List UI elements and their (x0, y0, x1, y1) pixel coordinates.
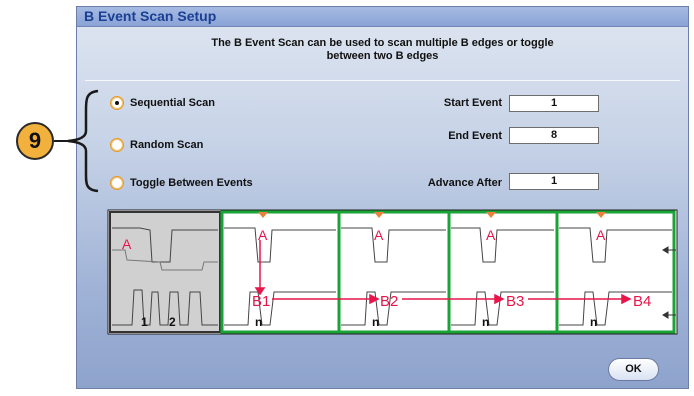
segment-label-a-1: A (258, 227, 268, 243)
overlay-graphics: A 1 2 A A A A B1 B2 B3 B4 n n n n (54, 89, 678, 335)
b-label-2: B2 (380, 293, 398, 310)
segment-label-n-4: n (590, 315, 597, 329)
segment-label-a-4: A (596, 227, 606, 243)
b-label-4: B4 (633, 293, 651, 310)
b-label-3: B3 (506, 293, 524, 310)
b-label-1: B1 (252, 293, 270, 310)
preview-label-a: A (122, 236, 132, 252)
segment-label-n-1: n (255, 315, 262, 329)
segment-label-a-3: A (486, 227, 496, 243)
preview-label-1: 1 (141, 315, 148, 329)
segment-label-n-3: n (482, 315, 489, 329)
preview-label-2: 2 (169, 315, 176, 329)
segment-label-a-2: A (374, 227, 384, 243)
segment-label-n-2: n (372, 315, 379, 329)
bracket-icon (67, 89, 99, 193)
